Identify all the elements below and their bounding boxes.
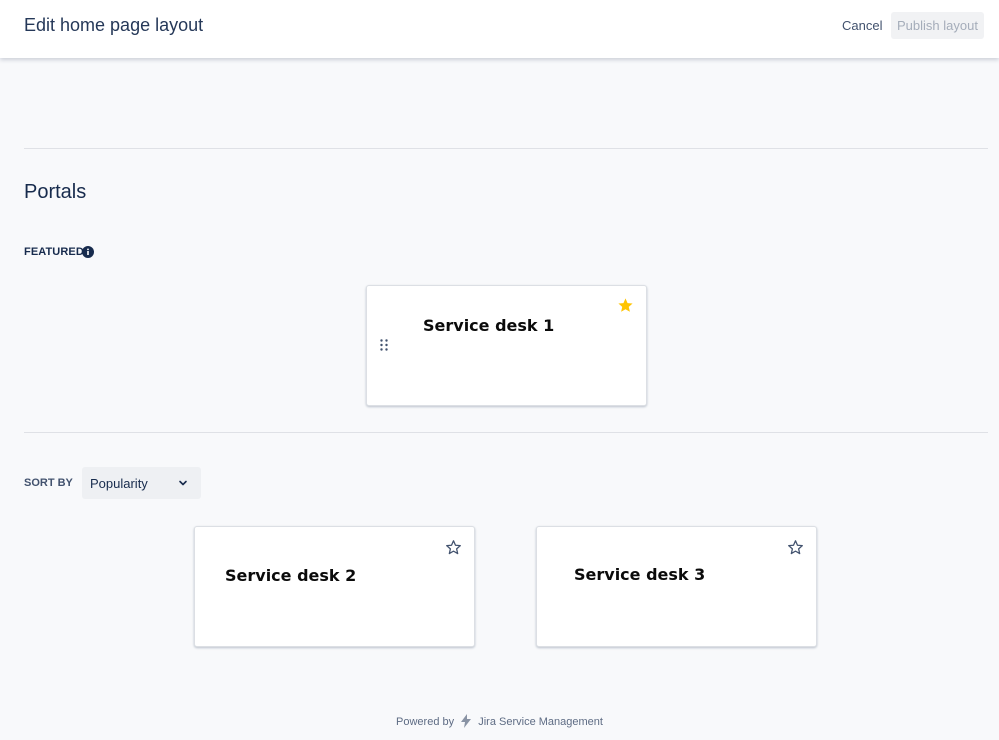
jira-logo-icon bbox=[461, 714, 472, 728]
cancel-button[interactable]: Cancel bbox=[832, 12, 892, 39]
portal-card[interactable]: Service desk 2 bbox=[194, 526, 475, 647]
sort-by-label: SORT BY bbox=[24, 477, 73, 489]
star-filled-icon[interactable] bbox=[617, 297, 634, 314]
sort-by-value: Popularity bbox=[90, 476, 148, 491]
star-outline-icon[interactable] bbox=[787, 539, 804, 556]
portal-card-title: Service desk 2 bbox=[225, 566, 357, 585]
portals-heading: Portals bbox=[24, 181, 87, 203]
divider bbox=[24, 148, 988, 149]
star-outline-icon[interactable] bbox=[445, 539, 462, 556]
publish-layout-button[interactable]: Publish layout bbox=[891, 12, 984, 39]
chevron-down-icon bbox=[179, 480, 187, 486]
portal-card-title: Service desk 3 bbox=[574, 565, 706, 584]
product-name-link[interactable]: Jira Service Management bbox=[478, 716, 603, 728]
powered-by-text: Powered by bbox=[396, 716, 455, 728]
info-icon[interactable] bbox=[82, 246, 94, 258]
portal-card-title: Service desk 1 bbox=[423, 316, 555, 335]
drag-handle-icon[interactable] bbox=[379, 338, 389, 352]
footer: Powered by Jira Service Management bbox=[0, 714, 999, 728]
portal-card[interactable]: Service desk 3 bbox=[536, 526, 817, 647]
featured-label: FEATURED bbox=[24, 246, 84, 258]
sort-by-select[interactable]: Popularity bbox=[82, 467, 201, 499]
portal-card-featured[interactable]: Service desk 1 bbox=[366, 285, 647, 406]
page-title: Edit home page layout bbox=[24, 15, 204, 35]
divider bbox=[24, 432, 988, 433]
top-bar: Edit home page layout Cancel Publish lay… bbox=[0, 0, 999, 58]
